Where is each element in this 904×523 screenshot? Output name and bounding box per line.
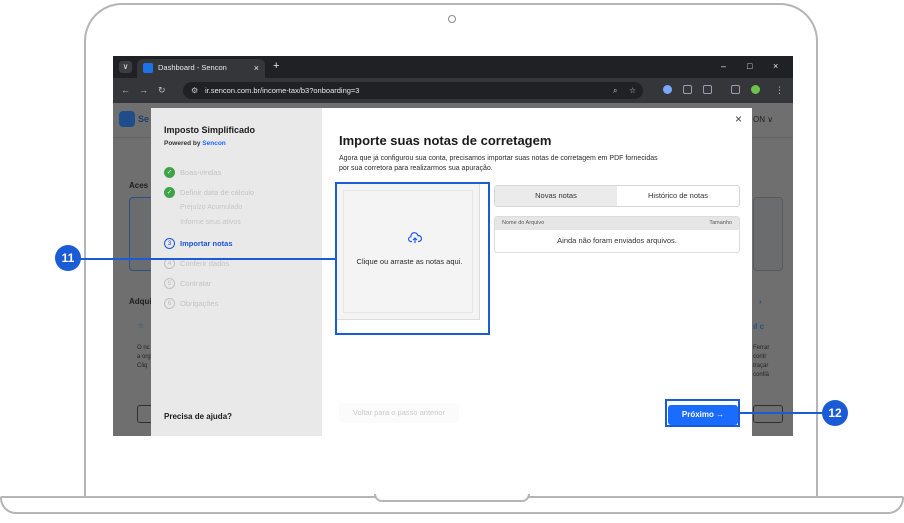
left-text-line: Cliq [137, 363, 148, 369]
new-tab-button[interactable]: + [273, 60, 279, 73]
right-text-line: confiá [753, 372, 770, 378]
tab-bar: ∨ Dashboard - Sencon × + – □ × [113, 56, 793, 78]
files-table-header: Nome do Arquivo Tamanho [495, 217, 739, 230]
modal-title: Importe suas notas de corretagem [339, 133, 552, 148]
left-text-line: a org [137, 354, 151, 360]
col-size: Tamanho [709, 220, 732, 226]
back-arrow-icon[interactable]: ← [121, 84, 130, 96]
step-number-icon: 5 [164, 278, 175, 289]
tab-notes-history[interactable]: Histórico de notas [617, 186, 739, 206]
check-circle-icon: ✓ [164, 187, 175, 198]
url-text: ir.sencon.com.br/income-tax/b3?onboardin… [205, 86, 360, 95]
browser-toolbar: ← → ↻ ⚙ ir.sencon.com.br/income-tax/b3?o… [113, 78, 793, 103]
page-background: Se ON ∨ Aces Adqui › ☆ ıl c O nc a org C… [113, 103, 793, 436]
tab-search-icon[interactable]: ∨ [119, 61, 132, 73]
step-number-icon: 3 [164, 238, 175, 249]
cloud-upload-icon [408, 232, 422, 244]
col-file-name: Nome do Arquivo [502, 220, 545, 226]
star-icon[interactable]: ☆ [137, 321, 144, 331]
address-bar[interactable]: ⚙ ir.sencon.com.br/income-tax/b3?onboard… [183, 82, 643, 99]
files-table: Nome do Arquivo Tamanho Ainda não foram … [494, 216, 740, 253]
right-card-title: ıl c [753, 322, 765, 331]
step-label: Importar notas [180, 239, 233, 248]
laptop-notch [374, 494, 530, 502]
tab-close-icon[interactable]: × [254, 62, 259, 74]
files-empty-state: Ainda não foram enviados arquivos. [557, 236, 677, 245]
brand-name: Se [138, 114, 150, 124]
leader-line-next [740, 412, 824, 414]
side-panel-icon[interactable] [731, 85, 740, 94]
section-heading-access: Aces [129, 181, 149, 190]
substep-assets: Informe seus ativos [180, 219, 241, 226]
step-number-icon: 6 [164, 298, 175, 309]
minimize-button[interactable]: – [721, 60, 726, 73]
onboarding-modal: Imposto Simplificado Powered by Sencon ✓… [151, 108, 752, 436]
right-text-line: traçar [753, 363, 769, 369]
zoom-icon[interactable]: ⌕ [613, 85, 617, 96]
step-label: Conferir dados [180, 259, 230, 268]
powered-by-label: Powered by [164, 140, 201, 147]
site-info-icon[interactable]: ⚙ [191, 85, 198, 96]
close-window-button[interactable]: × [773, 60, 778, 73]
section-heading-acquire: Adqui [129, 297, 152, 306]
step-label: Obrigações [180, 299, 219, 308]
card-button-right[interactable] [753, 405, 783, 423]
check-circle-icon: ✓ [164, 167, 175, 178]
step-badge-next: 12 [822, 400, 848, 426]
dropzone-inner: Clique ou arraste as notas aqui. [343, 190, 473, 313]
back-step-button[interactable]: Voltar para o passo anterior [339, 403, 459, 423]
forward-arrow-icon[interactable]: → [139, 84, 148, 96]
modal-sidebar: Imposto Simplificado Powered by Sencon ✓… [151, 108, 322, 436]
dropzone-text: Clique ou arraste as notas aqui. [356, 257, 463, 266]
reload-icon[interactable]: ↻ [158, 84, 166, 96]
leader-line-upload [80, 258, 335, 260]
tab-new-notes[interactable]: Novas notas [495, 186, 617, 206]
next-button[interactable]: Próximo → [668, 405, 738, 425]
tab-title: Dashboard - Sencon [158, 63, 227, 72]
right-text-line: Ferrar [753, 345, 770, 351]
step-label: Definir data de cálculo [180, 188, 255, 197]
carousel-next-icon[interactable]: › [759, 297, 762, 307]
close-icon[interactable]: × [735, 112, 742, 126]
browser-menu-icon[interactable]: ⋮ [775, 84, 784, 96]
step-label: Boas-vindas [180, 168, 222, 177]
step-label: Contratar [180, 279, 212, 288]
card-right[interactable] [753, 197, 783, 271]
browser-tab[interactable]: Dashboard - Sencon × [137, 59, 265, 78]
upload-dropzone[interactable]: Clique ou arraste as notas aqui. [336, 183, 480, 320]
profile-avatar-icon[interactable] [751, 85, 760, 94]
sidebar-title: Imposto Simplificado [164, 125, 256, 135]
powered-by: Powered by Sencon [164, 140, 226, 147]
extensions-puzzle-icon[interactable] [703, 85, 712, 94]
modal-description: Agora que já configurou sua conta, preci… [339, 155, 658, 172]
powered-by-brand: Sencon [202, 140, 226, 147]
favicon-icon [143, 63, 153, 73]
substep-accumulated-loss: Prejuízo Acumulado [180, 204, 243, 211]
left-text-line: O nc [137, 345, 150, 351]
step-badge-upload: 11 [55, 245, 81, 271]
help-link[interactable]: Precisa de ajuda? [164, 412, 232, 421]
extension-icon[interactable] [663, 85, 672, 94]
sencon-logo-icon [119, 111, 135, 127]
right-text-line: contr [753, 354, 767, 360]
notes-tabs: Novas notas Histórico de notas [494, 185, 740, 207]
bookmark-star-icon[interactable]: ☆ [629, 85, 636, 96]
account-menu[interactable]: ON ∨ [753, 115, 773, 125]
camera-icon [448, 15, 456, 23]
maximize-button[interactable]: □ [747, 60, 752, 73]
browser-window: ∨ Dashboard - Sencon × + – □ × ← → ↻ ⚙ i… [113, 56, 793, 436]
cast-icon[interactable] [683, 85, 692, 94]
